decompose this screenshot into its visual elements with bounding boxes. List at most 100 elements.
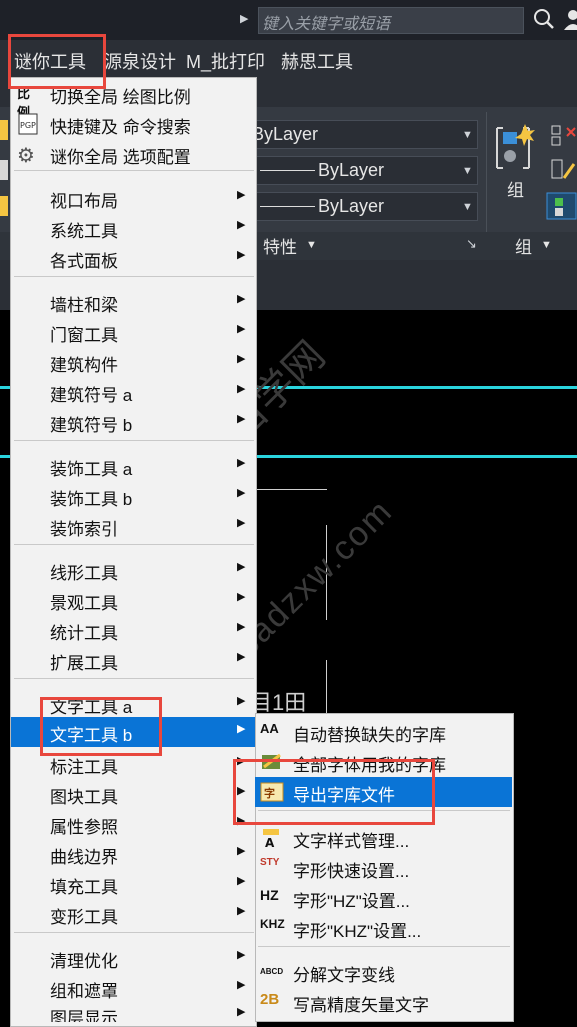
menu-separator [14,276,254,277]
menu-hesi-tools[interactable]: 赫思工具 [281,48,353,74]
submenu-arrow-icon: ▶ [237,457,246,469]
menu-item-hatch-tools[interactable]: 填充工具 ▶ [11,869,256,899]
group-select-icon[interactable] [546,192,577,220]
menu-item-global-options[interactable]: ⚙ 谜你全局 选项配置 [11,139,256,169]
menu-item-statistics-tools[interactable]: 统计工具 ▶ [11,615,256,645]
annotation-box [40,697,162,756]
chevron-down-icon: ▼ [462,129,473,141]
menu-item-cleanup-optimize[interactable]: 清理优化 ▶ [11,943,256,973]
submenu-item-khz-setup[interactable]: KHZ 字形"KHZ"设置... [255,913,512,943]
menu-item-decoration-b[interactable]: 装饰工具 b ▶ [11,481,256,511]
group-edit-icon[interactable] [550,158,577,182]
menu-separator [14,678,254,679]
submenu-arrow-icon: ▶ [237,249,246,261]
submenu-arrow-icon: ▶ [237,383,246,395]
submenu-arrow-icon: ▶ [237,413,246,425]
menu-item-extension-tools[interactable]: 扩展工具 ▶ [11,645,256,675]
menu-item-group-mask[interactable]: 组和遮罩 ▶ [11,973,256,1003]
chevron-down-icon: ▼ [462,201,473,213]
menu-item-viewport-layout[interactable]: 视口布局 ▶ [11,183,256,213]
pgp-icon: PGP [18,113,38,135]
submenu-arrow-icon: ▶ [237,591,246,603]
menu-item-curve-boundary[interactable]: 曲线边界 ▶ [11,839,256,869]
menu-item-system-tools[interactable]: 系统工具 ▶ [11,213,256,243]
gear-icon: ⚙ [17,145,35,167]
menu-item-attribute-reference[interactable]: 属性参照 ▶ [11,809,256,839]
menu-item-layer-display[interactable]: 图层显示 ▶ [11,1000,256,1022]
tool-icon[interactable] [0,196,8,216]
drawing-line [257,489,327,490]
chevron-down-icon[interactable]: ▼ [541,239,552,251]
submenu-arrow-icon: ▶ [237,875,246,887]
line-sample [260,170,315,171]
submenu-arrow-icon: ▶ [237,353,246,365]
menu-item-building-symbols-a[interactable]: 建筑符号 a ▶ [11,377,256,407]
submenu-arrow-icon: ▶ [237,189,246,201]
group-label: 组 [507,181,524,200]
user-icon[interactable] [563,8,577,30]
menu-item-building-components[interactable]: 建筑构件 ▶ [11,347,256,377]
submenu-item-hz-setup[interactable]: HZ 字形"HZ"设置... [255,883,512,913]
tool-icon[interactable] [0,160,8,180]
submenu-arrow-icon: ▶ [237,905,246,917]
menu-item-decoration-index[interactable]: 装饰索引 ▶ [11,511,256,541]
menu-separator [14,440,254,441]
ungroup-icon[interactable] [550,124,577,148]
menu-item-walls-columns[interactable]: 墙柱和梁 ▶ [11,287,256,317]
text-style-icon: A [263,829,279,849]
submenu-arrow-icon: ▶ [237,219,246,231]
submenu-arrow-icon: ▶ [237,695,246,707]
submenu-arrow-icon: ▶ [237,979,246,991]
chevron-down-icon[interactable]: ▼ [306,239,317,251]
submenu-arrow-icon: ▶ [237,487,246,499]
dialog-launcher-icon[interactable]: ↘ [466,236,477,252]
menu-item-linetype-tools[interactable]: 线形工具 ▶ [11,555,256,585]
submenu-item-text-style-manager[interactable]: A 文字样式管理... [255,823,512,853]
sty-icon: STY [260,857,280,868]
properties-panel-label[interactable]: 特性 [263,233,297,258]
menu-item-decoration-a[interactable]: 装饰工具 a ▶ [11,451,256,481]
submenu-arrow-icon: ▶ [237,621,246,633]
menu-item-building-symbols-b[interactable]: 建筑符号 b ▶ [11,407,256,437]
submenu-arrow-icon: ▶ [237,1006,246,1018]
group-panel-label[interactable]: 组 [515,233,532,258]
menu-item-doors-windows[interactable]: 门窗工具 ▶ [11,317,256,347]
menu-separator [14,932,254,933]
menu-item-shortcut-search[interactable]: PGP 快捷键及 命令搜索 [11,109,256,139]
abcd-icon: ABCD [260,967,284,976]
submenu-arrow-icon: ▶ [237,323,246,335]
font-replace-icon: AA [260,721,279,736]
linetype-combo-value: ByLayer [318,196,385,216]
submenu-arrow-icon: ▶ [237,293,246,305]
svg-text:PGP: PGP [20,121,36,130]
color-combo-value: ByLayer [318,160,385,180]
menu-batch-print[interactable]: M_批打印 [186,48,265,74]
menu-separator [14,544,254,545]
submenu-arrow-icon: ▶ [237,561,246,573]
menu-item-panels[interactable]: 各式面板 ▶ [11,243,256,273]
submenu-arrow-icon: ▶ [237,517,246,529]
submenu-arrow-icon: ▶ [237,949,246,961]
expand-arrow-icon[interactable]: ▶ [240,12,248,25]
menu-item-block-tools[interactable]: 图块工具 ▶ [11,779,256,809]
submenu-arrow-icon: ▶ [237,845,246,857]
submenu-item-glyph-quick-setup[interactable]: STY 字形快速设置... [255,853,512,883]
khz-icon: KHZ [260,917,285,931]
submenu-item-explode-text[interactable]: ABCD 分解文字变线 [255,957,512,987]
submenu-arrow-icon: ▶ [237,723,246,735]
line-sample [260,206,315,207]
submenu-item-vector-text[interactable]: 2B 写高精度矢量文字 [255,987,512,1017]
hz-icon: HZ [260,887,279,903]
menu-separator [14,170,254,171]
annotation-box [233,759,435,825]
drawing-line [326,660,327,720]
submenu-item-auto-replace-fonts[interactable]: AA 自动替换缺失的字库 [255,717,512,747]
menu-yuanquan-design[interactable]: 源泉设计 [104,48,176,74]
tool-icon[interactable] [0,120,8,140]
search-icon[interactable] [533,8,555,30]
vector-text-icon: 2B [260,991,280,1008]
menu-item-landscape-tools[interactable]: 景观工具 ▶ [11,585,256,615]
menu-item-transform-tools[interactable]: 变形工具 ▶ [11,899,256,929]
group-icon[interactable] [493,122,541,174]
search-placeholder: 键入关键字或短语 [262,16,391,33]
